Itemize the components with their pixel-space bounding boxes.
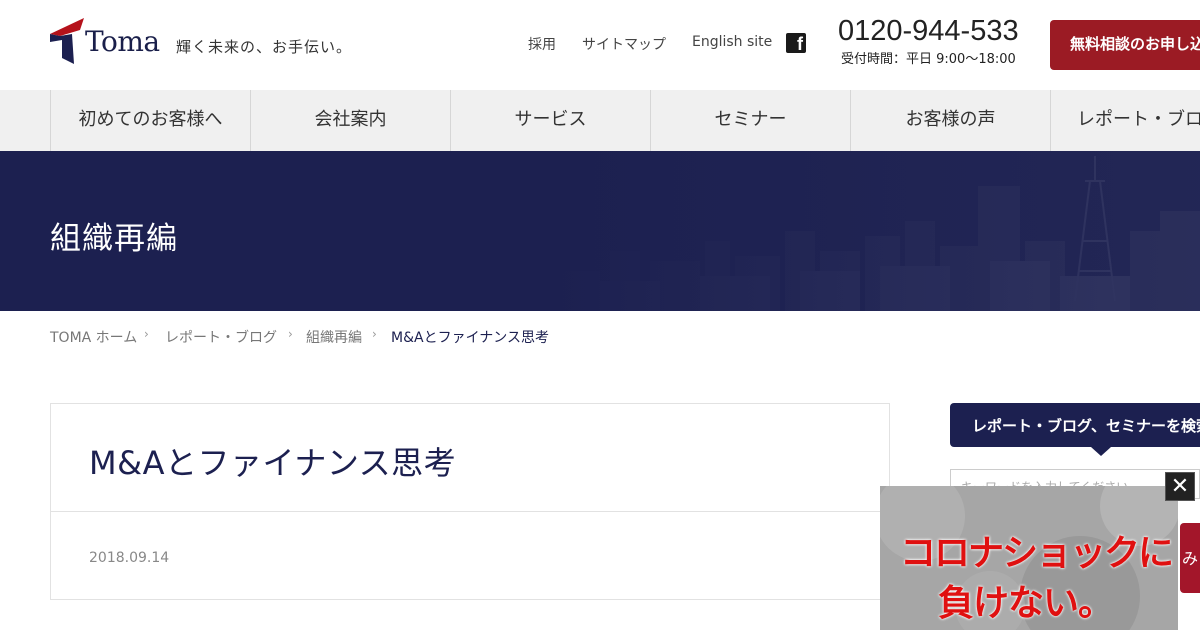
link-recruit[interactable]: 採用: [528, 34, 556, 54]
city-skyline-image: [0, 151, 1200, 311]
article-date: 2018.09.14: [89, 550, 170, 566]
breadcrumb-home[interactable]: TOMA ホーム: [50, 327, 137, 347]
nav-item-voices[interactable]: お客様の声: [850, 90, 1050, 151]
facebook-icon[interactable]: f: [786, 33, 806, 54]
toma-logo[interactable]: Toma: [50, 18, 160, 64]
caret-down-icon: [1091, 447, 1111, 456]
breadcrumb-reorganization[interactable]: 組織再編: [306, 327, 362, 347]
breadcrumb-current: M&Aとファイナンス思考: [391, 330, 550, 346]
nav-item-services[interactable]: サービス: [450, 90, 650, 151]
nav-item-seminar[interactable]: セミナー: [650, 90, 850, 151]
nav-item-company[interactable]: 会社案内: [250, 90, 450, 151]
site-header: Toma 輝く未来の、お手伝い。 採用 サイトマップ English site …: [0, 0, 1200, 90]
page-hero: 組織再編: [0, 151, 1200, 311]
corona-banner-popup[interactable]: コロナショックに 負けない。: [880, 486, 1178, 630]
toma-logo-mark-icon: [50, 18, 84, 64]
nav-item-report-blog[interactable]: レポート・ブログ: [1050, 90, 1200, 151]
close-icon[interactable]: ✕: [1165, 472, 1195, 501]
link-sitemap[interactable]: サイトマップ: [582, 34, 666, 54]
nav-item-first-time[interactable]: 初めてのお客様へ: [50, 90, 250, 151]
main-nav: 初めてのお客様へ 会社案内 サービス セミナー お客様の声 レポート・ブログ: [0, 90, 1200, 151]
article-title: M&Aとファイナンス思考: [89, 444, 457, 482]
free-consultation-button[interactable]: 無料相談のお申し込み: [1050, 20, 1200, 70]
chevron-right-icon: ›: [288, 327, 293, 341]
banner-headline: コロナショックに: [900, 533, 1174, 574]
tagline: 輝く未来の、お手伝い。: [176, 38, 353, 56]
link-english-site[interactable]: English site: [692, 34, 772, 50]
banner-subheadline: 負けない。: [938, 583, 1114, 624]
sidebar-search-heading: レポート・ブログ、セミナーを検索: [950, 403, 1200, 447]
business-hours: 受付時間：平日 9:00〜18:00: [841, 52, 1016, 67]
chevron-right-icon: ›: [372, 327, 377, 341]
breadcrumb-report-blog[interactable]: レポート・ブログ: [165, 327, 277, 347]
chevron-right-icon: ›: [144, 327, 149, 341]
divider: [51, 511, 889, 512]
side-tab-button[interactable]: み: [1180, 523, 1200, 593]
phone-number: 0120-944-533: [838, 15, 1019, 47]
article-card: M&Aとファイナンス思考 2018.09.14: [50, 403, 890, 600]
page-title: 組織再編: [50, 221, 178, 257]
logo-text: Toma: [85, 25, 160, 58]
